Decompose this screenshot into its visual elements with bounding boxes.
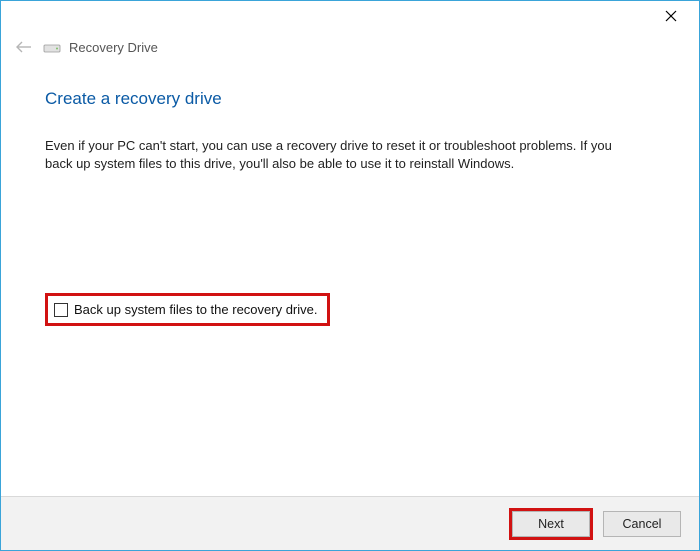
cancel-button[interactable]: Cancel [603, 511, 681, 537]
page-description: Even if your PC can't start, you can use… [45, 137, 635, 173]
header: Recovery Drive [1, 33, 699, 61]
drive-icon [43, 41, 61, 53]
app-title: Recovery Drive [69, 40, 158, 55]
backup-checkbox[interactable] [54, 303, 68, 317]
backup-checkbox-label: Back up system files to the recovery dri… [74, 302, 317, 317]
next-highlight: Next [509, 508, 593, 540]
backup-option-row[interactable]: Back up system files to the recovery dri… [45, 293, 330, 326]
content-area: Create a recovery drive Even if your PC … [1, 61, 699, 496]
page-heading: Create a recovery drive [45, 89, 655, 109]
back-arrow-icon[interactable] [15, 38, 33, 56]
close-icon[interactable] [657, 6, 685, 30]
titlebar [1, 1, 699, 35]
next-button[interactable]: Next [512, 511, 590, 537]
recovery-drive-window: Recovery Drive Create a recovery drive E… [0, 0, 700, 551]
footer: Next Cancel [1, 496, 699, 550]
